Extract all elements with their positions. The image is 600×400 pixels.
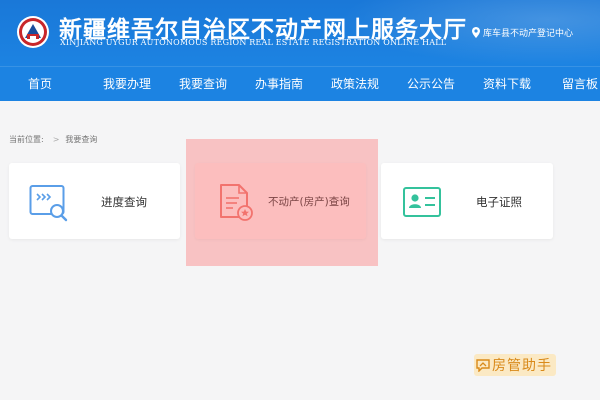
nav-item-policy[interactable]: 政策法规 — [331, 67, 379, 101]
nav-item-guide[interactable]: 办事指南 — [255, 67, 303, 101]
nav-item-message-board[interactable]: 留言板 — [562, 67, 598, 101]
progress-query-card[interactable]: 进度查询 — [9, 163, 180, 239]
property-query-card[interactable]: 不动产(房产)查询 — [195, 163, 366, 239]
breadcrumb-current[interactable]: 我要查询 — [65, 134, 97, 145]
location-label: 库车县不动产登记中心 — [483, 29, 574, 39]
nav-item-home[interactable]: 首页 — [28, 67, 52, 101]
e-certificate-label: 电子证照 — [476, 195, 522, 209]
location-pin-icon — [472, 27, 480, 38]
site-header: 新疆维吾尔自治区不动产网上服务大厅 XINJIANG UYGUR AUTONOM… — [0, 0, 600, 66]
progress-search-icon — [29, 185, 68, 222]
e-certificate-card[interactable]: 电子证照 — [381, 163, 553, 239]
watermark-text: 房管助手 — [492, 358, 552, 374]
main-nav: 首页 我要办理 我要查询 办事指南 政策法规 公示公告 资料下载 留言板 — [0, 66, 600, 101]
site-subtitle: XINJIANG UYGUR AUTONOMOUS REGION REAL ES… — [60, 38, 447, 47]
location-indicator[interactable]: 库车县不动产登记中心 — [472, 26, 573, 39]
progress-query-label: 进度查询 — [101, 195, 147, 209]
breadcrumb-separator: > — [52, 135, 60, 144]
property-query-label: 不动产(房产)查询 — [268, 196, 350, 208]
nav-item-announcements[interactable]: 公示公告 — [407, 67, 455, 101]
id-card-icon — [403, 187, 441, 217]
breadcrumb-prefix: 当前位置: — [9, 135, 44, 144]
nav-item-downloads[interactable]: 资料下载 — [483, 67, 531, 101]
nav-item-handle[interactable]: 我要办理 — [103, 67, 151, 101]
property-document-icon — [220, 184, 253, 221]
watermark: 房管助手 — [474, 354, 556, 376]
site-logo[interactable] — [16, 15, 50, 49]
nav-item-query[interactable]: 我要查询 — [179, 67, 227, 101]
breadcrumb: 当前位置: > 我要查询 — [9, 134, 97, 145]
house-manager-icon — [476, 359, 490, 372]
